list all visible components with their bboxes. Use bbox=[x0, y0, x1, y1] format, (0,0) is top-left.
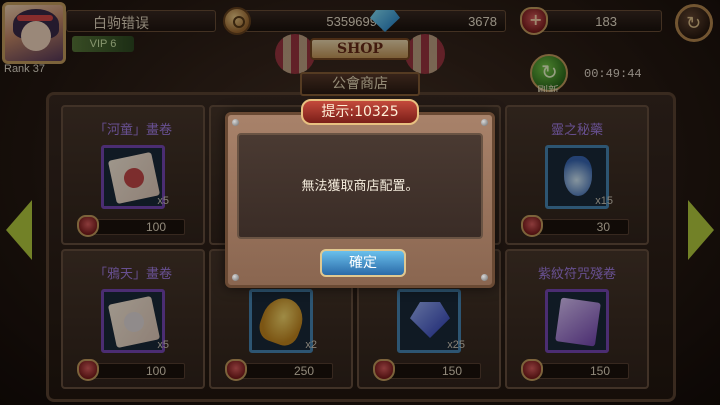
dialog-message-box: 無法獲取商店配置。 bbox=[237, 133, 483, 239]
alert-dialog: 無法獲取商店配置。 提示:10325 確定 bbox=[225, 99, 495, 288]
rivet-icon bbox=[232, 274, 239, 281]
dialog-message: 無法獲取商店配置。 bbox=[301, 179, 419, 194]
rivet-icon bbox=[232, 119, 239, 126]
rivet-icon bbox=[481, 119, 488, 126]
confirm-button[interactable]: 確定 bbox=[320, 249, 406, 277]
rivet-icon bbox=[481, 274, 488, 281]
dialog-title: 提示:10325 bbox=[301, 99, 419, 125]
